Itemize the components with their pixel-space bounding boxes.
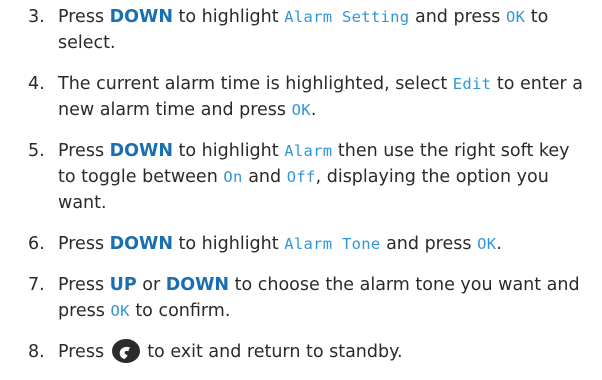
screen-text-alarm-setting: Alarm Setting bbox=[284, 8, 410, 26]
step-3: 3. Press DOWN to highlight Alarm Setting… bbox=[28, 4, 588, 56]
screen-text-on: On bbox=[223, 168, 243, 186]
screen-text-ok: OK bbox=[110, 302, 130, 320]
screen-text-ok: OK bbox=[291, 101, 311, 119]
end-call-key-icon bbox=[111, 339, 140, 363]
screen-text-edit: Edit bbox=[452, 75, 492, 93]
step-number: 5. bbox=[28, 141, 45, 161]
step-number: 8. bbox=[28, 342, 45, 362]
step-7: 7. Press UP or DOWN to choose the alarm … bbox=[28, 272, 588, 324]
step-6: 6. Press DOWN to highlight Alarm Tone an… bbox=[28, 231, 588, 257]
step-5: 5. Press DOWN to highlight Alarm then us… bbox=[28, 138, 588, 216]
step-8: 8. Press to exit and return to standby. bbox=[28, 339, 588, 365]
screen-text-ok: OK bbox=[505, 8, 526, 26]
key-down: DOWN bbox=[109, 141, 173, 161]
key-down: DOWN bbox=[109, 7, 173, 27]
step-number: 7. bbox=[28, 275, 45, 295]
key-up: UP bbox=[109, 275, 137, 295]
key-down: DOWN bbox=[109, 234, 173, 254]
screen-text-alarm-tone: Alarm Tone bbox=[284, 235, 381, 253]
step-number: 3. bbox=[28, 7, 45, 27]
step-number: 6. bbox=[28, 234, 45, 254]
screen-text-alarm: Alarm bbox=[284, 142, 333, 160]
screen-text-ok: OK bbox=[477, 235, 497, 253]
step-number: 4. bbox=[28, 74, 45, 94]
instruction-list: 3. Press DOWN to highlight Alarm Setting… bbox=[28, 4, 588, 380]
step-4: 4. The current alarm time is highlighted… bbox=[28, 71, 588, 123]
key-down: DOWN bbox=[165, 275, 230, 295]
screen-text-off: Off bbox=[286, 168, 316, 186]
